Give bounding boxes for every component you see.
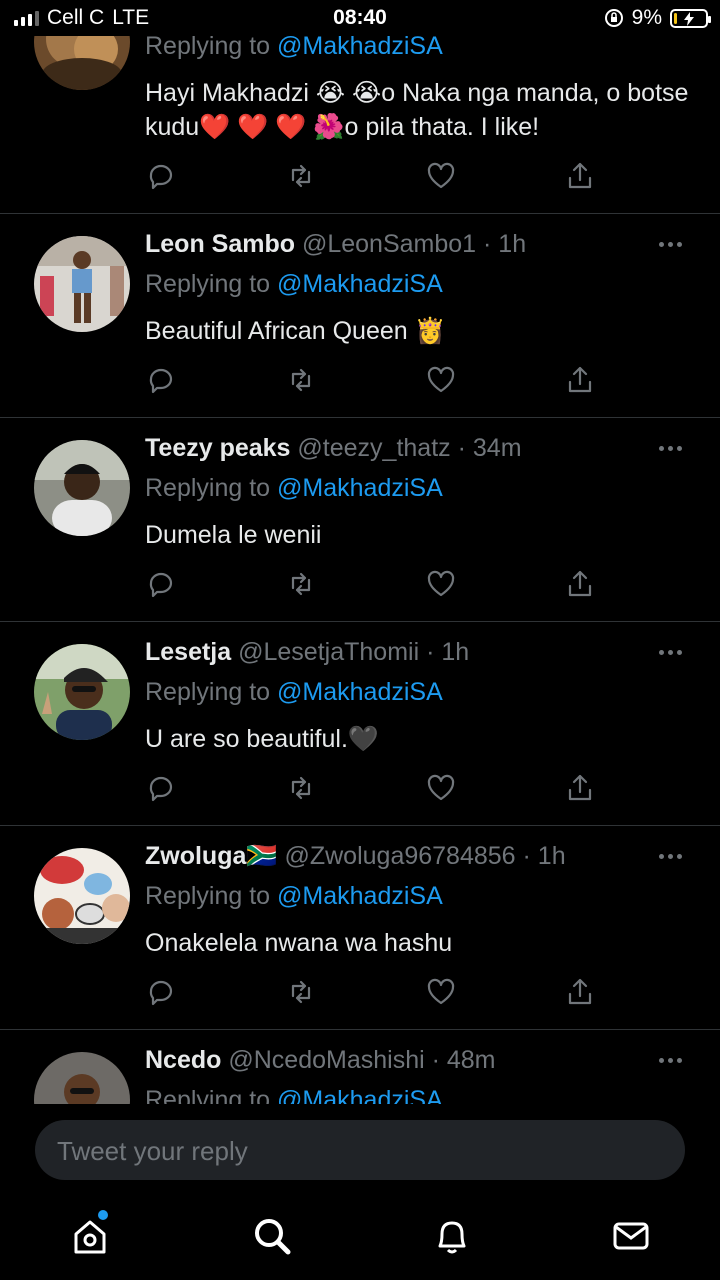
- battery-percent: 9%: [631, 6, 662, 29]
- reply-time: 1h: [537, 842, 566, 870]
- notifications-icon[interactable]: [430, 1214, 474, 1258]
- reply-item[interactable]: Teezy peaks @teezy_thatz · 34m Replying …: [0, 418, 720, 622]
- reply-actions: [145, 568, 605, 600]
- replying-to: Replying to @MakhadziSA: [145, 270, 443, 298]
- author-handle[interactable]: @LesetjaThomii: [238, 638, 419, 666]
- more-options-icon[interactable]: [659, 650, 682, 655]
- replying-to: Replying to @MakhadziSA: [145, 882, 443, 910]
- reply-header: Zwoluga🇿🇦 @Zwoluga96784856 · 1h: [145, 842, 566, 870]
- retweet-icon[interactable]: [285, 568, 317, 600]
- avatar[interactable]: [34, 1052, 130, 1104]
- reply-actions: [145, 364, 605, 396]
- share-icon[interactable]: [564, 772, 596, 804]
- retweet-icon[interactable]: [285, 976, 317, 1008]
- author-name[interactable]: Lesetja: [145, 638, 231, 666]
- search-icon[interactable]: [250, 1214, 294, 1258]
- battery-icon: [670, 8, 711, 28]
- reply-text: U are so beautiful.🖤: [145, 725, 380, 753]
- reply-item[interactable]: Replying to @MakhadziSA Hayi Makhadzi 😭 …: [0, 36, 720, 214]
- reply-icon[interactable]: [145, 364, 177, 396]
- reply-item[interactable]: Ncedo @NcedoMashishi · 48m Replying to @…: [0, 1030, 720, 1104]
- avatar[interactable]: [34, 848, 130, 944]
- reply-item[interactable]: Lesetja @LesetjaThomii · 1h Replying to …: [0, 622, 720, 826]
- author-name[interactable]: Leon Sambo: [145, 230, 295, 258]
- more-options-icon[interactable]: [659, 854, 682, 859]
- reply-feed[interactable]: Replying to @MakhadziSA Hayi Makhadzi 😭 …: [0, 36, 720, 1104]
- home-notification-dot: [98, 1210, 108, 1220]
- author-name[interactable]: Teezy peaks: [145, 434, 290, 462]
- avatar[interactable]: [34, 236, 130, 332]
- avatar[interactable]: [34, 36, 130, 90]
- replying-to: Replying to @MakhadziSA: [145, 678, 443, 706]
- reply-header: Lesetja @LesetjaThomii · 1h: [145, 638, 470, 666]
- share-icon[interactable]: [564, 976, 596, 1008]
- more-options-icon[interactable]: [659, 1058, 682, 1063]
- author-handle[interactable]: @NcedoMashishi: [228, 1046, 424, 1074]
- author-handle[interactable]: @teezy_thatz: [297, 434, 450, 462]
- orientation-lock-icon: [604, 9, 623, 27]
- status-bar: Cell C LTE 08:40 9%: [0, 0, 720, 36]
- reply-actions: [145, 772, 605, 804]
- reply-text: Dumela le wenii: [145, 521, 322, 549]
- replying-to-link[interactable]: @MakhadziSA: [277, 882, 443, 910]
- author-name[interactable]: Zwoluga🇿🇦: [145, 842, 278, 870]
- reply-icon[interactable]: [145, 772, 177, 804]
- replying-to-link[interactable]: @MakhadziSA: [277, 678, 443, 706]
- avatar[interactable]: [34, 644, 130, 740]
- reply-icon[interactable]: [145, 976, 177, 1008]
- author-handle[interactable]: @LeonSambo1: [302, 230, 476, 258]
- reply-text: Onakelela nwana wa hashu: [145, 929, 453, 957]
- reply-text: Beautiful African Queen 👸: [145, 317, 446, 345]
- retweet-icon[interactable]: [285, 160, 317, 192]
- reply-input[interactable]: Tweet your reply: [35, 1120, 685, 1180]
- messages-icon[interactable]: [609, 1214, 653, 1258]
- more-options-icon[interactable]: [659, 446, 682, 451]
- reply-header: Ncedo @NcedoMashishi · 48m: [145, 1046, 496, 1074]
- like-icon[interactable]: [425, 364, 457, 396]
- share-icon[interactable]: [564, 568, 596, 600]
- avatar[interactable]: [34, 440, 130, 536]
- replying-to-link[interactable]: @MakhadziSA: [277, 270, 443, 298]
- like-icon[interactable]: [425, 568, 457, 600]
- reply-header: Leon Sambo @LeonSambo1 · 1h: [145, 230, 527, 258]
- reply-icon[interactable]: [145, 160, 177, 192]
- like-icon[interactable]: [425, 976, 457, 1008]
- like-icon[interactable]: [425, 772, 457, 804]
- tab-bar: [0, 1194, 720, 1280]
- reply-input-placeholder: Tweet your reply: [57, 1136, 248, 1166]
- reply-header: Teezy peaks @teezy_thatz · 34m: [145, 434, 522, 462]
- reply-time: 1h: [441, 638, 470, 666]
- charging-bolt-icon: [684, 11, 694, 26]
- reply-time: 34m: [472, 434, 522, 462]
- reply-icon[interactable]: [145, 568, 177, 600]
- author-name[interactable]: Ncedo: [145, 1046, 221, 1074]
- reply-time: 48m: [446, 1046, 496, 1074]
- like-icon[interactable]: [425, 160, 457, 192]
- reply-time: 1h: [498, 230, 527, 258]
- replying-to: Replying to @MakhadziSA: [145, 1086, 443, 1104]
- replying-to-link[interactable]: @MakhadziSA: [277, 1086, 443, 1104]
- home-icon[interactable]: [68, 1210, 112, 1258]
- reply-actions: [145, 976, 605, 1008]
- more-options-icon[interactable]: [659, 242, 682, 247]
- retweet-icon[interactable]: [285, 772, 317, 804]
- share-icon[interactable]: [564, 160, 596, 192]
- replying-to-link[interactable]: @MakhadziSA: [277, 474, 443, 502]
- replying-to: Replying to @MakhadziSA: [145, 36, 443, 61]
- replying-to-link[interactable]: @MakhadziSA: [277, 36, 443, 60]
- battery-fill: [674, 12, 677, 24]
- reply-actions: [145, 160, 605, 192]
- retweet-icon[interactable]: [285, 364, 317, 396]
- author-handle[interactable]: @Zwoluga96784856: [284, 842, 515, 870]
- reply-item[interactable]: Leon Sambo @LeonSambo1 · 1h Replying to …: [0, 214, 720, 418]
- reply-item[interactable]: Zwoluga🇿🇦 @Zwoluga96784856 · 1h Replying…: [0, 826, 720, 1030]
- battery-info: 9%: [604, 6, 711, 30]
- share-icon[interactable]: [564, 364, 596, 396]
- replying-to: Replying to @MakhadziSA: [145, 474, 443, 502]
- reply-text: Hayi Makhadzi 😭 😭o Naka nga manda, o bot…: [145, 79, 689, 141]
